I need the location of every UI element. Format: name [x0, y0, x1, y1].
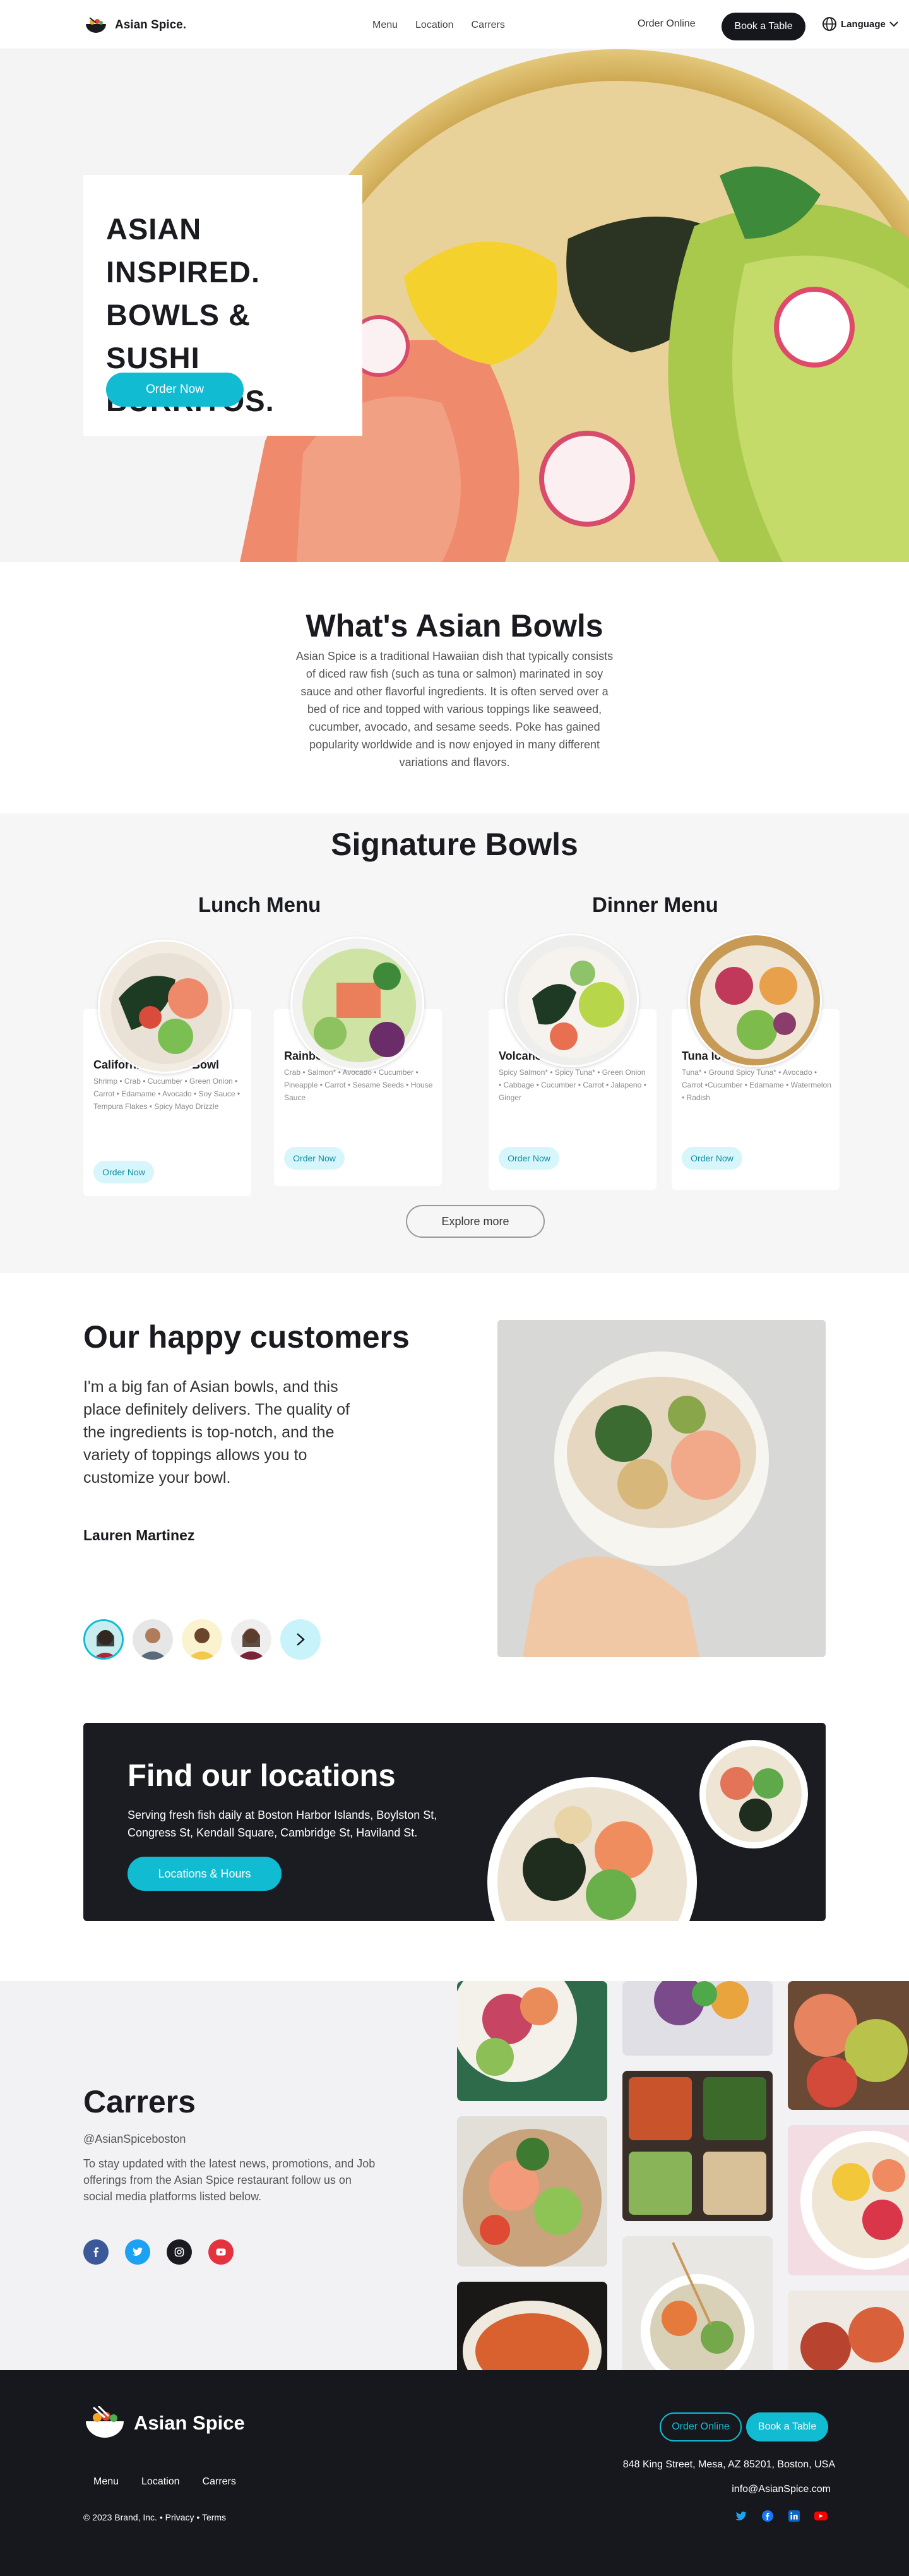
testimonial-avatars	[83, 1619, 321, 1660]
testimonial-author: Lauren Martinez	[83, 1527, 195, 1543]
locations-bowl-small-image	[699, 1739, 809, 1849]
twitter-icon[interactable]	[735, 2510, 747, 2522]
gallery-image	[622, 2236, 773, 2370]
brand-logo[interactable]: Asian Spice.	[83, 16, 186, 34]
bowl-image	[505, 933, 639, 1067]
hero-card: ASIAN INSPIRED. BOWLS & SUSHI BURRITOS. …	[83, 175, 362, 436]
carrers-title: Carrers	[83, 2084, 196, 2119]
customers-section: Our happy customers I'm a big fan of Asi…	[0, 1273, 909, 1722]
bowl-order-button[interactable]: Order Now	[682, 1147, 742, 1170]
bowl-ingredients: Shrimp • Crab • Cucumber • Green Onion •…	[93, 1077, 241, 1111]
explore-more-button[interactable]: Explore more	[406, 1205, 545, 1238]
signature-title: Signature Bowls	[331, 827, 578, 862]
gallery-image	[457, 1981, 607, 2101]
twitter-icon[interactable]	[125, 2239, 150, 2265]
bowl-order-button[interactable]: Order Now	[93, 1161, 154, 1183]
gallery-image	[622, 1981, 773, 2056]
locations-hours-button[interactable]: Locations & Hours	[128, 1857, 282, 1891]
nav-link-carrers[interactable]: Carrers	[472, 20, 505, 31]
customers-title: Our happy customers	[83, 1319, 410, 1355]
gallery-image	[457, 2282, 607, 2370]
avatar[interactable]	[133, 1619, 173, 1660]
chevron-down-icon	[889, 21, 898, 27]
footer-brand-logo[interactable]: Asian Spice	[83, 2406, 245, 2440]
gallery-image	[788, 2291, 909, 2370]
nav-link-menu[interactable]: Menu	[372, 20, 398, 31]
signature-bowls-section: Signature Bowls Lunch Menu Dinner Menu C…	[0, 813, 909, 1273]
footer-link-carrers[interactable]: Carrers	[203, 2476, 236, 2488]
footer-brand-name: Asian Spice	[134, 2412, 245, 2434]
testimonial-quote: I'm a big fan of Asian bowls, and this p…	[83, 1378, 350, 1487]
about-text: Asian Spice is a traditional Hawaiian di…	[295, 650, 614, 769]
bowl-image	[688, 933, 822, 1067]
footer-order-online-button[interactable]: Order Online	[660, 2412, 742, 2441]
linkedin-icon[interactable]	[788, 2510, 800, 2522]
footer-social-links	[735, 2510, 827, 2522]
gallery-image	[788, 1981, 909, 2110]
bowl-image	[98, 940, 232, 1074]
language-selector[interactable]: Language	[822, 16, 898, 32]
bowl-logo-icon	[83, 2406, 126, 2440]
social-links	[83, 2239, 234, 2265]
bowl-logo-icon	[83, 16, 109, 34]
customer-bowl-photo	[497, 1320, 826, 1657]
bowl-ingredients: Tuna* • Ground Spicy Tuna* • Avocado • C…	[682, 1068, 831, 1102]
book-table-button[interactable]: Book a Table	[722, 13, 805, 40]
nav-link-location[interactable]: Location	[415, 20, 454, 31]
locations-bowl-large-image	[485, 1775, 699, 1921]
carrers-text: To stay updated with the latest news, pr…	[83, 2157, 376, 2203]
site-footer: Asian Spice Menu Location Carrers © 2023…	[0, 2370, 909, 2576]
youtube-icon[interactable]	[814, 2510, 827, 2522]
order-online-link[interactable]: Order Online	[638, 18, 696, 30]
footer-link-menu[interactable]: Menu	[93, 2476, 119, 2488]
hero-order-now-button[interactable]: Order Now	[106, 373, 244, 407]
gallery-image	[788, 2125, 909, 2275]
locations-text: Serving fresh fish daily at Boston Harbo…	[128, 1809, 437, 1839]
avatar[interactable]	[182, 1619, 222, 1660]
footer-address: 848 King Street, Mesa, AZ 85201, Boston,…	[622, 2459, 835, 2470]
avatar[interactable]	[83, 1619, 124, 1660]
hero-section: ASIAN INSPIRED. BOWLS & SUSHI BURRITOS. …	[0, 49, 909, 562]
bowl-ingredients: Crab • Salmon* • Avocado • Cucumber • Pi…	[284, 1068, 433, 1102]
brand-name: Asian Spice.	[115, 18, 186, 32]
copyright-text: © 2023 Brand, Inc. • Privacy • Terms	[83, 2512, 227, 2522]
top-nav: Asian Spice. Menu Location Carrers Order…	[0, 0, 909, 49]
avatar[interactable]	[231, 1619, 271, 1660]
footer-link-location[interactable]: Location	[141, 2476, 180, 2488]
carrers-section: Carrers @AsianSpiceboston To stay update…	[0, 1981, 909, 2370]
footer-email[interactable]: info@AsianSpice.com	[732, 2484, 831, 2495]
bowl-image	[290, 937, 424, 1070]
social-handle: @AsianSpiceboston	[83, 2133, 186, 2145]
lunch-menu-title: Lunch Menu	[198, 893, 321, 916]
dinner-menu-title: Dinner Menu	[592, 893, 718, 916]
facebook-icon[interactable]	[761, 2510, 774, 2522]
language-label: Language	[841, 18, 886, 30]
globe-icon	[822, 16, 837, 32]
next-testimonial-button[interactable]	[280, 1619, 321, 1660]
footer-book-table-button[interactable]: Book a Table	[746, 2412, 828, 2441]
gallery-image	[622, 2071, 773, 2221]
bowl-order-button[interactable]: Order Now	[499, 1147, 559, 1170]
instagram-icon[interactable]	[167, 2239, 192, 2265]
locations-title: Find our locations	[128, 1759, 396, 1793]
bowl-ingredients: Spicy Salmon* • Spicy Tuna* • Green Onio…	[499, 1068, 646, 1102]
facebook-icon[interactable]	[83, 2239, 109, 2265]
about-section: What's Asian Bowls Asian Spice is a trad…	[0, 562, 909, 813]
about-title: What's Asian Bowls	[306, 608, 603, 644]
gallery-image	[457, 2116, 607, 2267]
locations-banner: Find our locations Serving fresh fish da…	[83, 1723, 826, 1921]
youtube-icon[interactable]	[208, 2239, 234, 2265]
bowl-order-button[interactable]: Order Now	[284, 1147, 345, 1170]
chevron-right-icon	[295, 1632, 306, 1646]
